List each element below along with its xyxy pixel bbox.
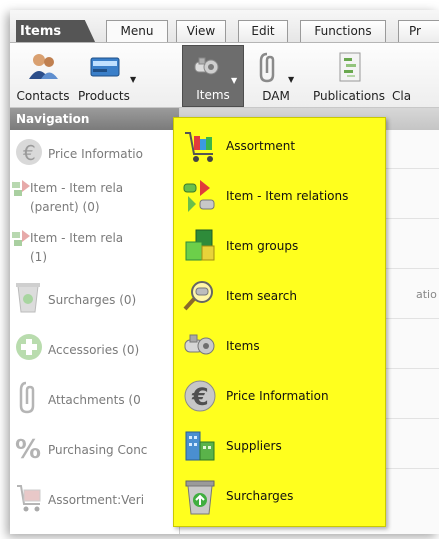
nav-item-label-line2: (parent) (0) [30, 200, 100, 214]
item-groups-icon [182, 228, 218, 267]
price-information-icon: € [14, 136, 44, 171]
tab-edit[interactable]: Edit [238, 20, 288, 42]
suppliers-icon [182, 428, 218, 467]
items-label: Items [196, 88, 230, 102]
contacts-button[interactable]: Contacts [12, 45, 74, 107]
nav-item-label-line2: (1) [30, 250, 47, 264]
menu-item-item-groups[interactable]: Item groups [174, 224, 385, 268]
menu-item-item-search[interactable]: Item search [174, 274, 385, 318]
contacts-label: Contacts [16, 89, 70, 103]
nav-item-label: Item - Item rela [30, 231, 124, 245]
menu-item-label: Items [226, 339, 260, 353]
navigation-panel: Navigation € Price Informatio Item - Ite… [10, 108, 180, 534]
menu-item-label: Surcharges [226, 489, 294, 503]
dam-button[interactable]: ▼ DAM [248, 45, 304, 107]
tab-menu[interactable]: Menu [106, 20, 168, 43]
menu-item-label: Item - Item relations [226, 189, 349, 203]
menu-item-item-relations[interactable]: Item - Item relations [174, 174, 385, 218]
menu-item-assortment[interactable]: Assortment [174, 124, 385, 168]
svg-text:€: € [191, 383, 209, 411]
assortment-icon [182, 128, 218, 167]
classification-label: Cla [392, 89, 412, 103]
surcharges-icon [14, 280, 42, 317]
nav-item-label: Surcharges (0) [48, 293, 137, 307]
publications-label: Publications [312, 89, 386, 103]
navigation-header: Navigation [10, 108, 179, 130]
publications-button[interactable]: Publications [308, 45, 390, 107]
products-icon [88, 51, 122, 84]
contacts-icon [26, 51, 60, 84]
chevron-down-icon: ▼ [231, 76, 238, 85]
dam-icon [258, 51, 282, 86]
nav-item-purchasing-conditions[interactable]: % Purchasing Conc [10, 430, 180, 470]
nav-item-assortment[interactable]: Assortment:Veri [10, 480, 180, 520]
menu-item-label: Suppliers [226, 439, 282, 453]
menu-item-suppliers[interactable]: Suppliers [174, 424, 385, 468]
dam-label: DAM [262, 89, 290, 103]
assortment-icon [14, 482, 44, 517]
tab-view[interactable]: View [176, 20, 226, 42]
tab-functions[interactable]: Functions [300, 20, 386, 42]
menu-item-price-information[interactable]: € Price Information [174, 374, 385, 418]
chevron-down-icon: ▼ [130, 75, 137, 84]
purchasing-conditions-icon: % [14, 432, 44, 467]
items-dropdown-menu: Assortment Item - Item relations Item gr… [173, 117, 386, 527]
accessories-icon [14, 332, 44, 365]
nav-item-attachments[interactable]: Attachments (0 [10, 380, 180, 420]
items-button[interactable]: ▼ Items [182, 45, 244, 107]
menu-item-label: Item groups [226, 239, 299, 253]
nav-item-price-information[interactable]: € Price Informatio [10, 134, 180, 174]
svg-text:%: % [15, 435, 41, 464]
menu-item-items[interactable]: Items [174, 324, 385, 368]
svg-text:€: € [23, 141, 36, 165]
products-label: Products [78, 89, 130, 103]
nav-item-surcharges[interactable]: Surcharges (0) [10, 280, 180, 320]
column-header-fragment: atio [416, 288, 437, 301]
nav-item-item-relations[interactable]: Item - Item rela (1) [10, 228, 180, 272]
tab-bar: Items Menu View Edit Functions Pr [10, 10, 439, 44]
nav-item-accessories[interactable]: Accessories (0) [10, 330, 180, 370]
item-relations-icon [182, 178, 222, 217]
publications-icon [335, 51, 363, 86]
item-search-icon [182, 278, 218, 317]
classification-button[interactable]: Cla [392, 45, 432, 107]
nav-item-label: Item - Item rela [30, 181, 124, 195]
tab-pr[interactable]: Pr [398, 20, 439, 42]
chevron-down-icon: ▼ [288, 75, 295, 84]
menu-item-surcharges[interactable]: Surcharges [174, 474, 385, 518]
items-icon [182, 328, 218, 367]
menu-item-label: Price Information [226, 389, 329, 403]
nav-item-label: Assortment:Veri [48, 493, 145, 507]
menu-item-label: Item search [226, 289, 297, 303]
products-button[interactable]: ▼ Products [74, 45, 144, 107]
nav-item-label: Price Informatio [48, 147, 143, 161]
price-information-icon: € [182, 378, 218, 417]
nav-item-item-relations-parent[interactable]: Item - Item rela (parent) (0) [10, 178, 180, 222]
nav-item-label: Attachments (0 [48, 393, 141, 407]
nav-item-label: Accessories (0) [48, 343, 140, 357]
ribbon-toolbar: Contacts ▼ Products ▼ Items ▼ DAM Public… [10, 42, 439, 108]
nav-item-label: Purchasing Conc [48, 443, 148, 457]
items-icon [191, 52, 225, 85]
attachments-icon [18, 380, 40, 417]
surcharges-icon [182, 478, 218, 519]
app-title: Items [16, 20, 96, 44]
menu-item-label: Assortment [226, 139, 296, 153]
